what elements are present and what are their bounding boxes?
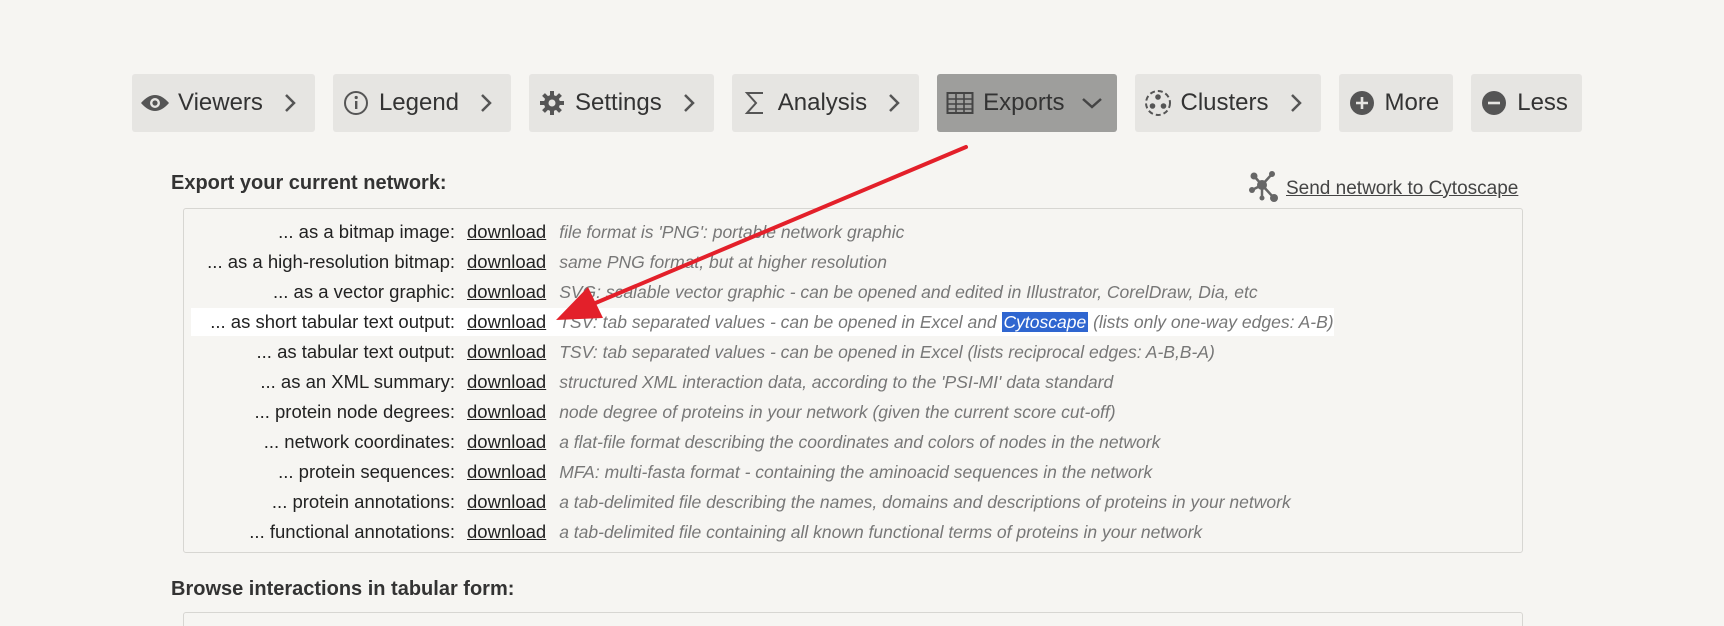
more-label: More bbox=[1384, 89, 1440, 116]
toolbar: Viewers Legend Settings Analysis Exports… bbox=[132, 74, 1582, 132]
export-row-label: ... as tabular text output: bbox=[256, 341, 455, 362]
export-row-label: ... as short tabular text output: bbox=[210, 311, 455, 332]
export-row-label: ... as an XML summary: bbox=[260, 371, 455, 392]
settings-button[interactable]: Settings bbox=[529, 74, 714, 132]
export-row-label: ... protein sequences: bbox=[278, 461, 455, 482]
exports-label: Exports bbox=[983, 89, 1065, 116]
export-row-functional-annotations: ... functional annotations: download a t… bbox=[191, 518, 1202, 546]
export-row-description: MFA: multi-fasta format - containing the… bbox=[559, 461, 1153, 482]
download-link[interactable]: download bbox=[467, 371, 546, 393]
download-link[interactable]: download bbox=[467, 521, 546, 543]
download-link[interactable]: download bbox=[467, 401, 546, 423]
page: Viewers Legend Settings Analysis Exports… bbox=[0, 0, 1724, 626]
export-row-highres-bitmap: ... as a high-resolution bitmap: downloa… bbox=[191, 248, 887, 276]
exports-button[interactable]: Exports bbox=[937, 74, 1117, 132]
export-row-node-degrees: ... protein node degrees: download node … bbox=[191, 398, 1116, 426]
download-link[interactable]: download bbox=[467, 311, 546, 333]
export-row-label: ... protein annotations: bbox=[271, 491, 455, 512]
send-to-cytoscape-label: Send network to Cytoscape bbox=[1286, 178, 1519, 199]
sigma-icon bbox=[740, 88, 770, 118]
more-button[interactable]: More bbox=[1338, 74, 1454, 132]
export-row-description: same PNG format, but at higher resolutio… bbox=[559, 251, 887, 272]
export-row-description: structured XML interaction data, accordi… bbox=[559, 371, 1114, 392]
analysis-button[interactable]: Analysis bbox=[731, 74, 920, 132]
table-icon bbox=[945, 88, 975, 118]
minus-circle-icon bbox=[1479, 88, 1509, 118]
export-row-label: ... network coordinates: bbox=[263, 431, 455, 452]
clusters-button[interactable]: Clusters bbox=[1134, 74, 1321, 132]
viewers-label: Viewers bbox=[178, 89, 263, 116]
chevron-right-icon bbox=[883, 92, 905, 114]
export-row-description: node degree of proteins in your network … bbox=[559, 401, 1116, 422]
chevron-down-icon bbox=[1081, 92, 1103, 114]
export-row-xml-summary: ... as an XML summary: download structur… bbox=[191, 368, 1113, 396]
export-row-vector-graphic: ... as a vector graphic: download SVG: s… bbox=[191, 278, 1258, 306]
export-row-protein-sequences: ... protein sequences: download MFA: mul… bbox=[191, 458, 1152, 486]
browse-section-title: Browse interactions in tabular form: bbox=[171, 578, 515, 600]
less-label: Less bbox=[1517, 89, 1568, 116]
export-row-label: ... functional annotations: bbox=[249, 521, 455, 542]
download-link[interactable]: download bbox=[467, 461, 546, 483]
export-row-description: TSV: tab separated values - can be opene… bbox=[559, 341, 1215, 362]
export-row-description: TSV: tab separated values - can be opene… bbox=[559, 311, 1334, 333]
download-link[interactable]: download bbox=[467, 341, 546, 363]
send-to-cytoscape-link[interactable]: Send network to Cytoscape bbox=[1248, 168, 1518, 210]
gear-icon bbox=[537, 88, 567, 118]
export-row-label: ... protein node degrees: bbox=[254, 401, 455, 422]
clusters-label: Clusters bbox=[1180, 89, 1269, 116]
eye-icon bbox=[140, 88, 170, 118]
export-row-description: a flat-file format describing the coordi… bbox=[559, 431, 1161, 452]
download-link[interactable]: download bbox=[467, 491, 546, 513]
export-row-short-tabular: ... as short tabular text output: downlo… bbox=[191, 308, 1334, 336]
export-row-label: ... as a bitmap image: bbox=[278, 221, 455, 242]
selected-text-cytoscape: Cytoscape bbox=[1001, 311, 1089, 332]
less-button[interactable]: Less bbox=[1471, 74, 1582, 132]
legend-label: Legend bbox=[378, 89, 460, 116]
export-row-label: ... as a high-resolution bitmap: bbox=[207, 251, 455, 272]
export-row-description: a tab-delimited file containing all know… bbox=[559, 521, 1203, 542]
chevron-right-icon bbox=[678, 92, 700, 114]
download-link[interactable]: download bbox=[467, 431, 546, 453]
export-row-bitmap: ... as a bitmap image: download file for… bbox=[191, 218, 904, 246]
export-row-tabular: ... as tabular text output: download TSV… bbox=[191, 338, 1215, 366]
export-row-label: ... as a vector graphic: bbox=[272, 281, 455, 302]
cytoscape-icon bbox=[1248, 168, 1282, 210]
viewers-button[interactable]: Viewers bbox=[132, 74, 315, 132]
info-icon bbox=[341, 88, 371, 118]
desc-text-before: TSV: tab separated values - can be opene… bbox=[559, 311, 1002, 332]
export-row-description: file format is 'PNG': portable network g… bbox=[559, 221, 905, 242]
export-section-title: Export your current network: bbox=[171, 172, 447, 194]
export-row-description: a tab-delimited file describing the name… bbox=[559, 491, 1291, 512]
export-row-protein-annotations: ... protein annotations: download a tab-… bbox=[191, 488, 1291, 516]
clusters-icon bbox=[1143, 88, 1173, 118]
export-row-description: SVG: scalable vector graphic - can be op… bbox=[559, 281, 1258, 302]
settings-label: Settings bbox=[575, 89, 662, 116]
desc-text-after: (lists only one-way edges: A-B) bbox=[1088, 311, 1334, 332]
plus-circle-icon bbox=[1347, 88, 1377, 118]
browse-interactions-panel bbox=[183, 612, 1523, 626]
download-link[interactable]: download bbox=[467, 221, 546, 243]
chevron-right-icon bbox=[279, 92, 301, 114]
chevron-right-icon bbox=[475, 92, 497, 114]
chevron-right-icon bbox=[1285, 92, 1307, 114]
download-link[interactable]: download bbox=[467, 251, 546, 273]
download-link[interactable]: download bbox=[467, 281, 546, 303]
legend-button[interactable]: Legend bbox=[332, 74, 512, 132]
export-row-network-coordinates: ... network coordinates: download a flat… bbox=[191, 428, 1161, 456]
analysis-label: Analysis bbox=[777, 89, 868, 116]
export-options-panel: ... as a bitmap image: download file for… bbox=[183, 208, 1523, 553]
